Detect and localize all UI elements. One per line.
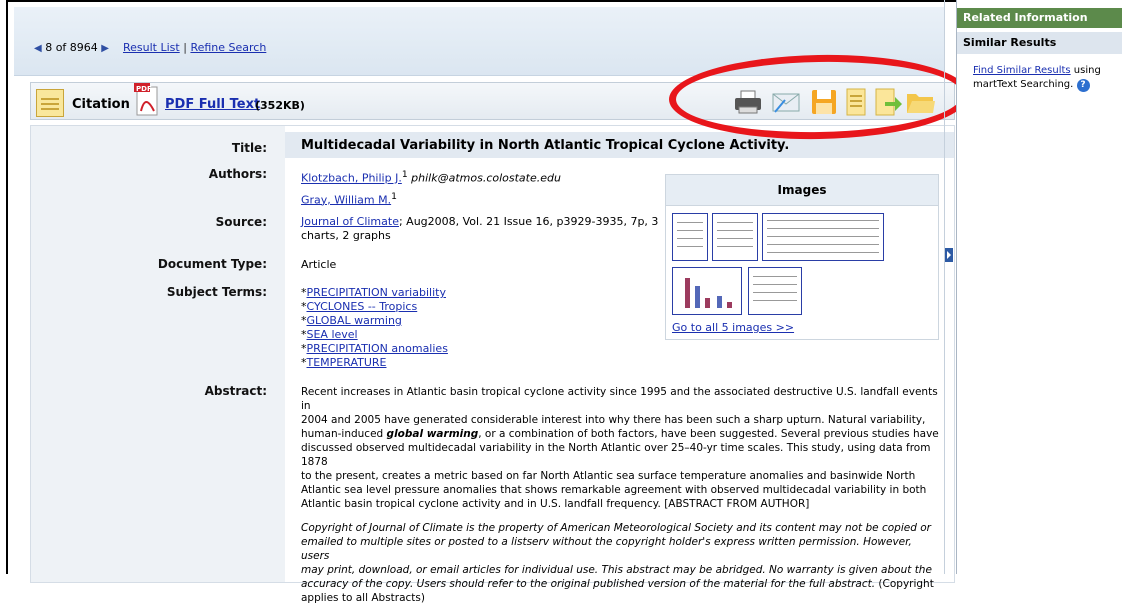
subject-term-link[interactable]: TEMPERATURE: [307, 356, 387, 369]
main-panel: ◀ 8 of 8964 ▶ Result List | Refine Searc…: [14, 7, 970, 604]
source-label: Source:: [215, 215, 267, 229]
help-icon[interactable]: ?: [1076, 79, 1090, 92]
image-thumbnail[interactable]: [712, 213, 758, 261]
document-type-value: Article: [301, 258, 337, 271]
article-title: Multidecadal Variability in North Atlant…: [301, 138, 790, 153]
journal-link[interactable]: Journal of Climate: [301, 215, 399, 228]
pdf-size: (352KB): [255, 99, 305, 112]
image-thumbnail[interactable]: [672, 213, 708, 261]
subject-term-link[interactable]: PRECIPITATION anomalies: [307, 342, 448, 355]
document-type-label: Document Type:: [157, 257, 267, 271]
citation-icon[interactable]: [36, 89, 64, 117]
window-top-border: [6, 0, 1122, 2]
result-nav: ◀ 8 of 8964 ▶ Result List | Refine Searc…: [34, 41, 266, 54]
source-details-line2: charts, 2 graphs: [301, 229, 391, 242]
similar-results-header: Similar Results: [957, 32, 1122, 54]
author-email: philk@atmos.colostate.edu: [411, 171, 561, 185]
related-information-header: Related Information: [957, 8, 1122, 28]
list-item: *TEMPERATURE: [301, 356, 387, 369]
authors-label: Authors:: [208, 167, 267, 181]
previous-result-icon[interactable]: ◀: [34, 43, 42, 54]
images-header: Images: [666, 175, 938, 206]
abstract-text: Recent increases in Atlantic basin tropi…: [301, 385, 941, 605]
svg-text:PDF: PDF: [136, 85, 152, 93]
pdf-full-text-link[interactable]: PDF Full Text: [165, 97, 260, 112]
panel-divider: [944, 0, 945, 574]
refine-search-link[interactable]: Refine Search: [190, 41, 266, 54]
citation-tab[interactable]: Citation: [72, 97, 130, 112]
list-item: *GLOBAL warming: [301, 314, 402, 327]
nav-separator: |: [183, 41, 187, 54]
title-label: Title:: [231, 141, 267, 155]
list-item: *PRECIPITATION variability: [301, 286, 446, 299]
author-link[interactable]: Klotzbach, Philip J.: [301, 172, 402, 185]
abstract-label: Abstract:: [204, 384, 267, 398]
record-detail: Title: Multidecadal Variability in North…: [30, 125, 955, 604]
subject-term-link[interactable]: SEA level: [307, 328, 358, 341]
next-result-icon[interactable]: ▶: [101, 43, 109, 54]
image-thumbnail[interactable]: [762, 213, 884, 261]
pdf-icon[interactable]: PDF: [134, 83, 160, 117]
result-list-link[interactable]: Result List: [123, 41, 180, 54]
subject-term-link[interactable]: PRECIPITATION variability: [307, 286, 446, 299]
all-images-link[interactable]: Go to all 5 images >>: [672, 321, 794, 334]
related-information-sidebar: Related Information Similar Results Find…: [956, 0, 1122, 574]
subject-terms-list: *PRECIPITATION variability *CYCLONES -- …: [301, 286, 448, 370]
list-item: *CYCLONES -- Tropics: [301, 300, 418, 313]
window-left-border: [6, 0, 8, 574]
source-details: ; Aug2008, Vol. 21 Issue 16, p3929-3935,…: [398, 215, 659, 228]
images-panel: Images Go to all 5 images >>: [665, 174, 939, 340]
image-thumbnail[interactable]: [672, 267, 742, 315]
subject-term-link[interactable]: GLOBAL warming: [307, 314, 402, 327]
graph-thumbnail: [685, 278, 732, 308]
source-value: Journal of Climate; Aug2008, Vol. 21 Iss…: [301, 215, 661, 243]
expand-sidebar-button[interactable]: [945, 248, 953, 262]
authors-value: Klotzbach, Philip J.1 philk@atmos.colost…: [301, 168, 561, 207]
author-affiliation: 1: [391, 190, 397, 202]
copyright-notice: Copyright of Journal of Climate is the p…: [301, 522, 934, 604]
list-item: *SEA level: [301, 328, 358, 341]
result-position: 8 of 8964: [45, 41, 98, 54]
highlighted-term: global warming: [386, 428, 479, 440]
author-link[interactable]: Gray, William M.: [301, 193, 391, 206]
author-affiliation: 1: [401, 169, 408, 180]
find-similar-link[interactable]: Find Similar Results: [973, 65, 1071, 76]
image-thumbnail[interactable]: [748, 267, 802, 315]
subject-term-link[interactable]: CYCLONES -- Tropics: [307, 300, 418, 313]
similar-results-text: Find Similar Results using martText Sear…: [973, 65, 1101, 92]
subject-terms-label: Subject Terms:: [166, 285, 267, 299]
list-item: *PRECIPITATION anomalies: [301, 342, 448, 355]
